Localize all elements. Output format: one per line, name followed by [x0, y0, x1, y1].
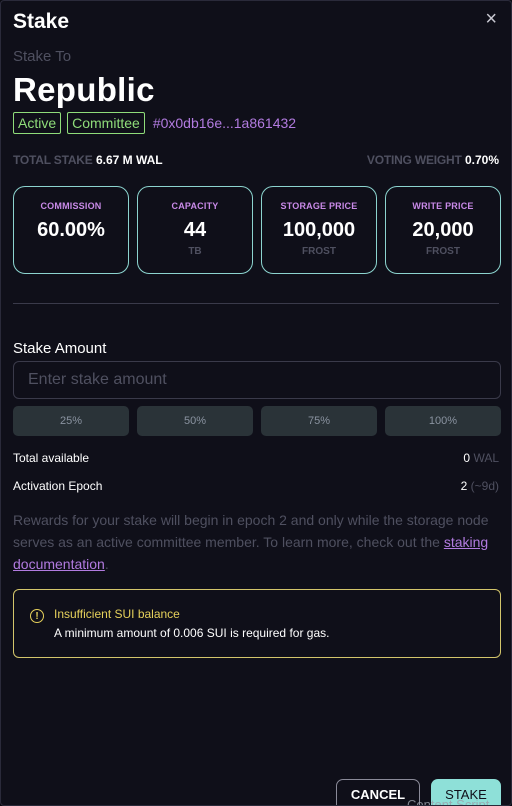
activation-epoch-note: (~9d): [470, 479, 499, 493]
storage-price-card: STORAGE PRICE 100,000 FROST: [261, 186, 377, 274]
total-stake-value: 6.67 M WAL: [95, 153, 163, 167]
status-badge-committee: Committee: [67, 112, 145, 134]
status-badge-active: Active: [13, 112, 62, 134]
percent-75-button[interactable]: 75%: [261, 406, 377, 436]
total-available-label: Total available: [13, 451, 90, 465]
stake-modal: Stake × Stake To Republic Active Committ…: [0, 0, 512, 806]
close-icon[interactable]: ×: [485, 9, 497, 29]
voting-weight: VOTING WEIGHT 0.70%: [367, 153, 499, 167]
total-available-value: 0: [463, 451, 471, 465]
rewards-info-text: Rewards for your stake will begin in epo…: [13, 512, 489, 550]
node-name: Republic: [13, 71, 155, 108]
node-address: #0x0db16e...1a861432: [152, 115, 297, 131]
section-divider: [13, 303, 499, 304]
stake-amount-input[interactable]: [13, 361, 501, 399]
stake-to-label: Stake To: [13, 48, 72, 65]
total-available-amount: 0 WAL: [463, 451, 499, 465]
stake-amount-label: Stake Amount: [13, 340, 107, 357]
card-unit: FROST: [302, 246, 336, 257]
total-available-row: Total available 0 WAL: [13, 451, 499, 465]
stake-stats: TOTAL STAKE 6.67 M WAL VOTING WEIGHT 0.7…: [13, 153, 499, 167]
warning-content: Insufficient SUI balance A minimum amoun…: [54, 607, 329, 657]
warning-banner: ! Insufficient SUI balance A minimum amo…: [13, 589, 501, 658]
total-available-unit: WAL: [473, 451, 499, 465]
card-value: 100,000: [282, 219, 356, 241]
content-script-overlay: Content Script: [407, 797, 490, 806]
rewards-info-end: .: [104, 556, 109, 572]
warning-icon: !: [30, 609, 44, 623]
write-price-card: WRITE PRICE 20,000 FROST: [385, 186, 501, 274]
card-value: 60.00%: [37, 219, 105, 241]
warning-message: A minimum amount of 0.006 SUI is require…: [54, 626, 330, 640]
node-tags: Active Committee #0x0db16e...1a861432: [13, 112, 296, 134]
card-label: COMMISSION: [40, 201, 102, 211]
modal-title: Stake: [13, 10, 70, 33]
card-label: WRITE PRICE: [412, 201, 474, 211]
voting-weight-value: 0.70%: [464, 153, 499, 167]
card-value: 44: [183, 219, 207, 241]
card-label: CAPACITY: [171, 201, 219, 211]
activation-epoch-value: 2: [460, 479, 468, 493]
card-label: STORAGE PRICE: [280, 201, 358, 211]
rewards-info: Rewards for your stake will begin in epo…: [13, 509, 491, 575]
card-value: 20,000: [412, 219, 474, 241]
warning-title: Insufficient SUI balance: [54, 607, 180, 621]
total-stake: TOTAL STAKE 6.67 M WAL: [13, 153, 163, 167]
percent-buttons: 25% 50% 75% 100%: [13, 406, 501, 436]
activation-epoch-amount: 2 (~9d): [461, 479, 499, 493]
capacity-card: CAPACITY 44 TB: [137, 186, 253, 274]
node-metric-cards: COMMISSION 60.00% CAPACITY 44 TB STORAGE…: [13, 186, 501, 274]
percent-100-button[interactable]: 100%: [385, 406, 501, 436]
card-unit: TB: [188, 246, 202, 257]
activation-epoch-label: Activation Epoch: [13, 479, 103, 493]
total-stake-label: TOTAL STAKE: [13, 153, 93, 167]
activation-epoch-row: Activation Epoch 2 (~9d): [13, 479, 499, 493]
voting-weight-label: VOTING WEIGHT: [366, 153, 462, 167]
percent-50-button[interactable]: 50%: [137, 406, 253, 436]
card-unit: FROST: [426, 246, 460, 257]
commission-card: COMMISSION 60.00%: [13, 186, 129, 274]
percent-25-button[interactable]: 25%: [13, 406, 129, 436]
